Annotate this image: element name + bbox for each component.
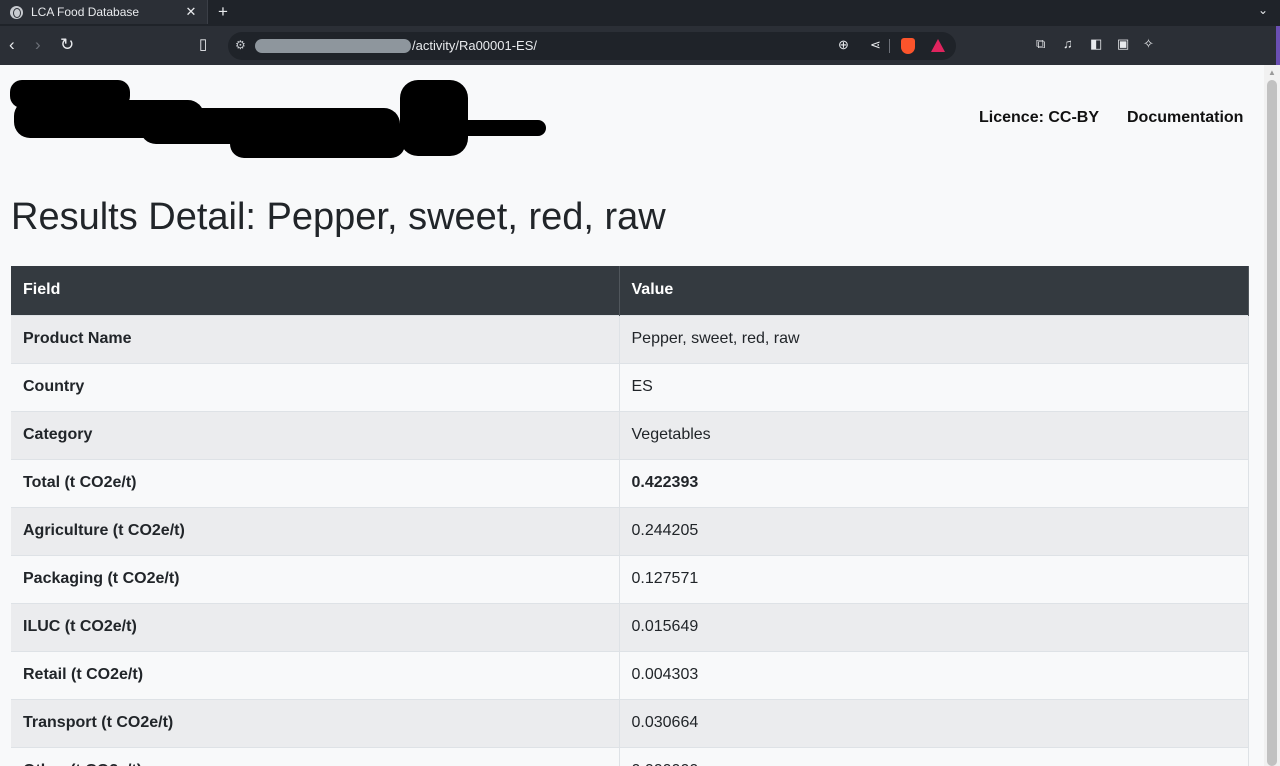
media-icon[interactable]: ♫ bbox=[1063, 36, 1073, 51]
close-tab-icon[interactable]: ✕ bbox=[181, 4, 201, 20]
field-cell: Product Name bbox=[11, 314, 620, 363]
table-row: Agriculture (t CO2e/t) 0.244205 bbox=[11, 506, 1249, 555]
redacted-logo bbox=[10, 80, 546, 158]
page-title: Results Detail: Pepper, sweet, red, raw bbox=[11, 196, 666, 238]
table-row: Other (t CO2e/t) 0.000000 bbox=[11, 746, 1249, 766]
leo-icon[interactable]: ✧ bbox=[1143, 36, 1154, 52]
licence-link[interactable]: Licence: CC-BY bbox=[979, 109, 1099, 127]
forward-icon[interactable]: › bbox=[35, 34, 41, 56]
column-header-value: Value bbox=[619, 266, 1249, 315]
tab-title: LCA Food Database bbox=[31, 5, 140, 19]
column-header-field: Field bbox=[11, 266, 620, 315]
table-header-row: Field Value bbox=[11, 266, 1249, 315]
results-table: Field Value Product Name Pepper, sweet, … bbox=[11, 266, 1249, 766]
field-cell: Packaging (t CO2e/t) bbox=[11, 554, 620, 603]
table-row: ILUC (t CO2e/t) 0.015649 bbox=[11, 602, 1249, 651]
redacted-domain bbox=[255, 39, 411, 53]
tab-menu-chevron-icon[interactable]: ⌄ bbox=[1258, 3, 1268, 17]
table-row: Total (t CO2e/t) 0.422393 bbox=[11, 458, 1249, 507]
wallet-icon[interactable]: ▣ bbox=[1117, 36, 1129, 52]
sidebar-icon[interactable]: ◧ bbox=[1090, 36, 1102, 52]
field-cell: Agriculture (t CO2e/t) bbox=[11, 506, 620, 555]
scroll-up-icon[interactable]: ▲ bbox=[1268, 68, 1276, 77]
value-cell: 0.004303 bbox=[619, 650, 1249, 699]
field-cell: Transport (t CO2e/t) bbox=[11, 698, 620, 747]
field-cell: Other (t CO2e/t) bbox=[11, 746, 620, 766]
address-bar[interactable]: ⚙ /activity/Ra00001-ES/ ⊕ ⋖ bbox=[228, 32, 956, 60]
field-cell: Total (t CO2e/t) bbox=[11, 458, 620, 507]
new-tab-button[interactable]: + bbox=[218, 2, 228, 22]
reload-icon[interactable]: ↻ bbox=[60, 34, 74, 56]
field-cell: Category bbox=[11, 410, 620, 459]
browser-tab[interactable]: LCA Food Database ✕ bbox=[0, 0, 208, 24]
share-icon[interactable]: ⋖ bbox=[870, 37, 881, 53]
table-row: Retail (t CO2e/t) 0.004303 bbox=[11, 650, 1249, 699]
brave-shields-icon[interactable] bbox=[901, 38, 915, 54]
value-cell: 0.015649 bbox=[619, 602, 1249, 651]
zoom-icon[interactable]: ⊕ bbox=[838, 37, 849, 53]
address-divider bbox=[889, 39, 890, 53]
field-cell: Retail (t CO2e/t) bbox=[11, 650, 620, 699]
value-cell: Pepper, sweet, red, raw bbox=[619, 314, 1249, 363]
value-cell: Vegetables bbox=[619, 410, 1249, 459]
value-cell: 0.000000 bbox=[619, 746, 1249, 766]
table-row: Transport (t CO2e/t) 0.030664 bbox=[11, 698, 1249, 747]
table-row: Category Vegetables bbox=[11, 410, 1249, 459]
documentation-link[interactable]: Documentation bbox=[1127, 109, 1243, 127]
value-cell: 0.244205 bbox=[619, 506, 1249, 555]
site-settings-icon[interactable]: ⚙ bbox=[235, 38, 246, 52]
value-cell: ES bbox=[619, 362, 1249, 411]
url-text[interactable]: /activity/Ra00001-ES/ bbox=[412, 38, 537, 53]
value-cell: 0.127571 bbox=[619, 554, 1249, 603]
browser-toolbar: ‹ › ↻ ▯ ⚙ /activity/Ra00001-ES/ ⊕ ⋖ ⧉ ♫ … bbox=[0, 26, 1280, 65]
back-icon[interactable]: ‹ bbox=[9, 34, 15, 56]
globe-icon bbox=[10, 5, 23, 19]
value-cell-total: 0.422393 bbox=[619, 458, 1249, 507]
brave-rewards-icon[interactable] bbox=[931, 39, 945, 52]
extensions-icon[interactable]: ⧉ bbox=[1036, 36, 1045, 52]
bookmark-icon[interactable]: ▯ bbox=[199, 35, 207, 53]
field-cell: Country bbox=[11, 362, 620, 411]
field-cell: ILUC (t CO2e/t) bbox=[11, 602, 620, 651]
scrollbar-thumb[interactable] bbox=[1267, 80, 1277, 766]
value-cell: 0.030664 bbox=[619, 698, 1249, 747]
table-row: Packaging (t CO2e/t) 0.127571 bbox=[11, 554, 1249, 603]
browser-tab-bar: LCA Food Database ✕ + ⌄ bbox=[0, 0, 1280, 26]
window-edge bbox=[1276, 26, 1280, 65]
table-row: Country ES bbox=[11, 362, 1249, 411]
page-scrollbar[interactable]: ▲ bbox=[1264, 65, 1280, 766]
table-row: Product Name Pepper, sweet, red, raw bbox=[11, 314, 1249, 363]
